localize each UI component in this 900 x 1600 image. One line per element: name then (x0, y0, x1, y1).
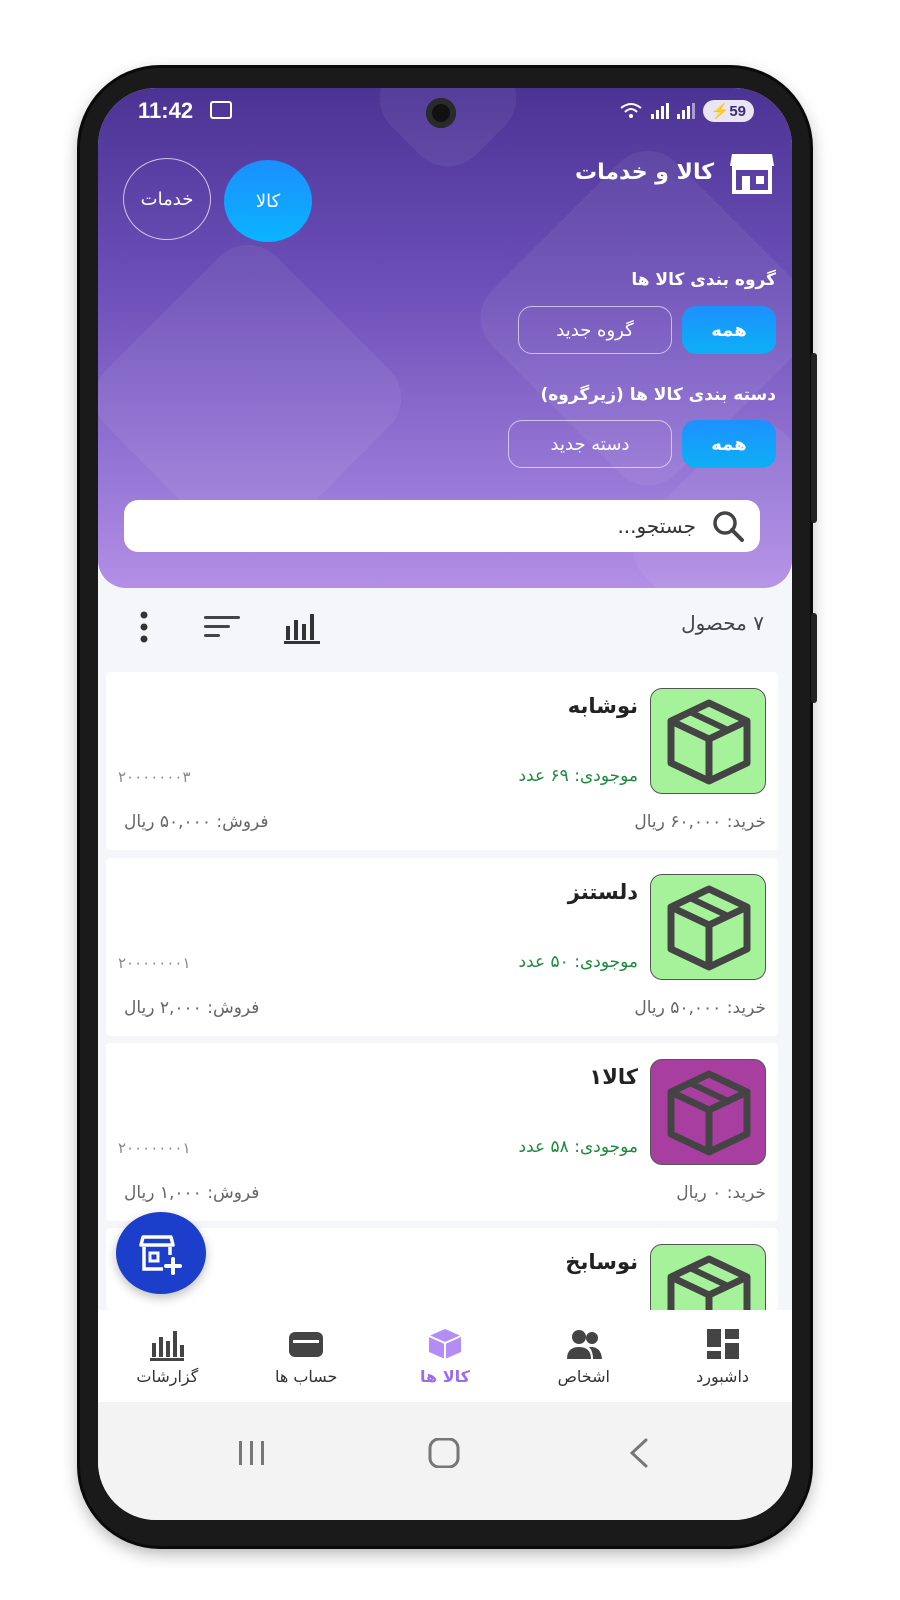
nav-label: گزارشات (136, 1366, 199, 1386)
product-name: نوسابخ (565, 1250, 638, 1274)
signal-icon-2 (676, 103, 695, 119)
power-button (811, 613, 817, 703)
add-product-icon (139, 1235, 182, 1275)
nav-label: اشخاص (557, 1366, 610, 1386)
group-label: گروه بندی کالا ها (631, 270, 776, 290)
chart-view-button[interactable] (280, 605, 324, 649)
system-navigation-bar (98, 1402, 792, 1520)
screenshot-icon (210, 101, 232, 119)
sell-price: فروش: ۱,۰۰۰ ریال (124, 1183, 260, 1203)
product-stock: موجودی: ۵۸ عدد (518, 1137, 639, 1157)
sell-price: فروش: ۵۰,۰۰۰ ریال (124, 812, 269, 832)
product-code: ۲۰۰۰۰۰۰۰۳ (118, 768, 191, 786)
header-panel: 11:42 ⚡59 کالا و خدمات کالا خدمات گروه ب… (98, 88, 792, 588)
product-stock: موجودی: ۵۰ عدد (518, 952, 639, 972)
box-icon (667, 1070, 751, 1156)
category-label: دسته بندی کالا ها (زیرگروه) (540, 385, 776, 405)
search-input[interactable] (176, 514, 696, 538)
product-thumbnail (650, 1059, 766, 1165)
product-card[interactable]: کالا۱ موجودی: ۵۸ عدد ۲۰۰۰۰۰۰۰۱ خرید: ۰ ر… (106, 1043, 778, 1221)
list-toolbar: ۷ محصول (106, 585, 784, 671)
page-title-row: کالا و خدمات (575, 150, 776, 194)
product-card[interactable]: نوشابه موجودی: ۶۹ عدد ۲۰۰۰۰۰۰۰۳ خرید: ۶۰… (106, 672, 778, 850)
app-screen: 11:42 ⚡59 کالا و خدمات کالا خدمات گروه ب… (98, 88, 792, 1520)
product-thumbnail (650, 874, 766, 980)
box-icon (667, 885, 751, 971)
goods-toggle[interactable]: کالا (224, 160, 312, 242)
product-thumbnail (650, 1244, 766, 1310)
volume-button (811, 353, 817, 523)
home-icon[interactable] (424, 1438, 464, 1468)
bar-chart-icon (284, 614, 320, 644)
product-thumbnail (650, 688, 766, 794)
product-name: کالا۱ (589, 1065, 638, 1089)
signal-icon (650, 103, 669, 119)
sort-icon (204, 616, 240, 637)
battery-indicator: ⚡59 (702, 100, 754, 122)
status-bar: 11:42 ⚡59 (98, 88, 792, 134)
nav-accounts[interactable]: حساب ها (241, 1327, 371, 1386)
product-card[interactable]: دلستنز موجودی: ۵۰ عدد ۲۰۰۰۰۰۰۰۱ خرید: ۵۰… (106, 858, 778, 1036)
buy-price: خرید: ۵۰,۰۰۰ ریال (634, 998, 766, 1018)
wallet-icon (289, 1331, 324, 1357)
nav-label: داشبورد (696, 1366, 750, 1386)
search-bar[interactable] (124, 500, 760, 552)
product-stock: موجودی: ۶۹ عدد (518, 766, 639, 786)
bar-chart-icon (150, 1330, 185, 1361)
category-all-chip[interactable]: همه (682, 420, 776, 468)
nav-people[interactable]: اشخاص (519, 1327, 649, 1386)
nav-label: حساب ها (274, 1366, 338, 1386)
search-icon (713, 511, 744, 542)
new-group-chip[interactable]: گروه جدید (518, 306, 672, 354)
wifi-icon (620, 103, 642, 118)
box-icon (667, 699, 751, 785)
nav-dashboard[interactable]: داشبورد (658, 1327, 788, 1386)
page-title: کالا و خدمات (575, 159, 714, 185)
product-code: ۲۰۰۰۰۰۰۰۱ (118, 954, 191, 972)
product-name: نوشابه (567, 694, 638, 718)
product-code: ۲۰۰۰۰۰۰۰۱ (118, 1139, 191, 1157)
store-icon (730, 154, 774, 194)
people-icon (566, 1329, 602, 1359)
nav-reports[interactable]: گزارشات (102, 1327, 232, 1386)
sell-price: فروش: ۲,۰۰۰ ریال (124, 998, 260, 1018)
add-product-fab[interactable] (116, 1212, 206, 1294)
product-count: ۷ محصول (681, 611, 764, 635)
more-menu-button[interactable] (122, 605, 166, 649)
bottom-navigation: داشبورد اشخاص کالا ها حساب ها گزارشات (98, 1310, 792, 1402)
product-card[interactable]: نوسابخ (106, 1228, 778, 1310)
dashboard-icon (706, 1328, 739, 1359)
buy-price: خرید: ۶۰,۰۰۰ ریال (634, 812, 766, 832)
product-name: دلستنز (567, 880, 638, 904)
front-camera (426, 98, 456, 128)
box-icon (667, 1255, 751, 1310)
status-time: 11:42 (138, 98, 194, 123)
group-all-chip[interactable]: همه (682, 306, 776, 354)
box-icon (428, 1328, 462, 1359)
recent-apps-icon[interactable] (232, 1438, 272, 1468)
more-vert-icon (140, 611, 148, 643)
nav-label: کالا ها (420, 1366, 470, 1386)
services-toggle[interactable]: خدمات (123, 158, 211, 240)
nav-products[interactable]: کالا ها (380, 1327, 510, 1386)
buy-price: خرید: ۰ ریال (676, 1183, 766, 1203)
sort-button[interactable] (200, 605, 244, 649)
back-icon[interactable] (620, 1438, 660, 1468)
new-category-chip[interactable]: دسته جدید (508, 420, 672, 468)
